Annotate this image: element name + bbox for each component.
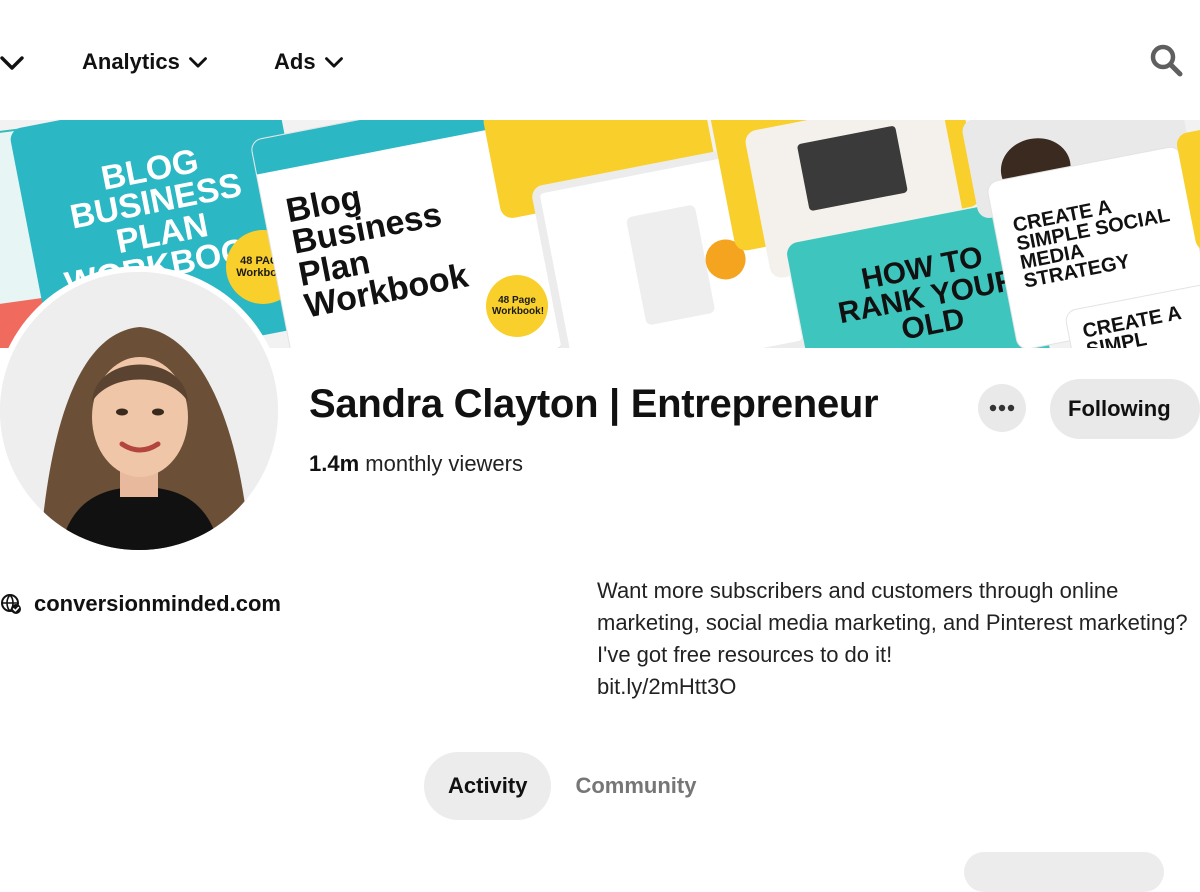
filter-pill[interactable] [964, 852, 1164, 892]
chevron-down-icon [324, 57, 343, 68]
profile-bio-text: Want more subscribers and customers thro… [597, 578, 1188, 667]
tab-community[interactable]: Community [551, 752, 720, 820]
chevron-down-icon [188, 57, 207, 68]
avatar[interactable] [0, 266, 284, 556]
cover-tile-text: CREATE A SIMPL SOCIAL [1080, 302, 1183, 348]
website-url: conversionminded.com [34, 591, 281, 616]
monthly-viewers-count: 1.4m [309, 451, 360, 476]
chevron-down-icon[interactable] [0, 50, 24, 74]
website-link[interactable]: conversionminded.com [0, 590, 281, 618]
tab-activity[interactable]: Activity [424, 752, 552, 820]
more-icon [989, 404, 1015, 412]
avatar-portrait [0, 272, 278, 550]
search-icon[interactable] [1148, 42, 1184, 78]
monthly-viewers: 1.4m monthly viewers [309, 451, 523, 477]
globe-verified-icon [1, 594, 21, 614]
nav-ads-label: Ads [274, 49, 316, 74]
nav-analytics-label: Analytics [82, 49, 180, 74]
more-options-button[interactable] [978, 384, 1026, 432]
following-button[interactable]: Following [1050, 379, 1200, 439]
monthly-viewers-label: monthly viewers [365, 451, 523, 476]
cover-tile-text: CREATE A SIMPLE SOCIAL MEDIA STRATEGY [1011, 196, 1172, 293]
avatar-photo [0, 272, 278, 550]
profile-tabs: Activity Community [424, 752, 720, 820]
profile-name: Sandra Clayton | Entrepreneur [309, 382, 879, 426]
nav-ads[interactable]: Ads [274, 44, 344, 80]
laptop-shape [796, 125, 908, 212]
laptop-shape [625, 204, 716, 326]
cover-badge: 48 Page Workbook! [486, 275, 548, 337]
bio-link[interactable]: bit.ly/2mHtt3O [597, 674, 736, 699]
profile-bio: Want more subscribers and customers thro… [597, 575, 1197, 703]
cover-badge-text: 48 Page Workbook! [492, 295, 545, 317]
top-nav: Analytics Ads [0, 0, 1200, 120]
nav-analytics[interactable]: Analytics [82, 44, 208, 80]
